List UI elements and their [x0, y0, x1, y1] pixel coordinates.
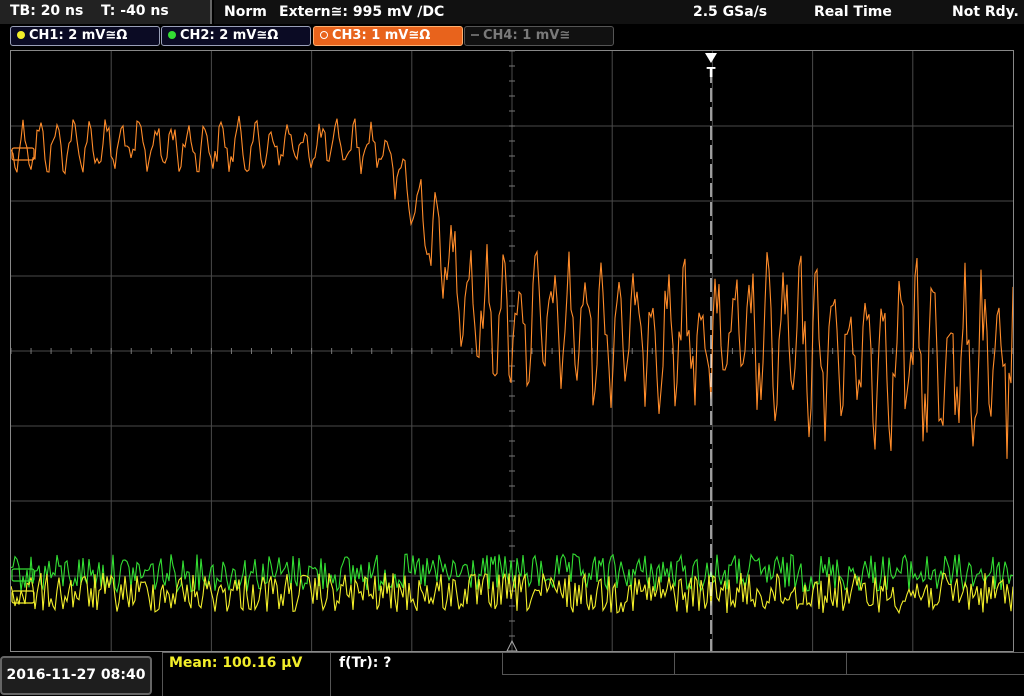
channel-ch3-button[interactable]: CH3: 1 mV≅Ω: [313, 26, 463, 46]
ch4-label: CH4: 1 mV≅: [483, 28, 571, 43]
top-bar: TB: 20 ns T: -40 ns Norm Extern≅: 995 mV…: [0, 0, 1024, 24]
status-bar: Norm Extern≅: 995 mV ∕DC 2.5 GSa/s Real …: [214, 0, 1024, 24]
ch3-level-marker-icon: [11, 147, 35, 161]
channel-ch4-button[interactable]: CH4: 1 mV≅: [464, 26, 614, 46]
measurement-bar: Mean: 100.16 µV f(Tr): ?: [162, 652, 1024, 696]
channel-ch2-button[interactable]: CH2: 2 mV≅Ω: [161, 26, 311, 46]
acquisition-status-label: Not Rdy.: [952, 4, 1019, 20]
measurement-ftr: f(Tr): ?: [339, 655, 392, 671]
timebase-box[interactable]: TB: 20 ns T: -40 ns: [0, 0, 212, 24]
trigger-source-label[interactable]: Extern≅: 995 mV ∕DC: [279, 4, 444, 20]
measurement-empty-cell-2[interactable]: [674, 653, 846, 675]
measurement-mean: Mean: 100.16 µV: [169, 655, 303, 671]
measurement-mean-cell[interactable]: Mean: 100.16 µV: [162, 653, 330, 696]
measurement-empty-cell-3[interactable]: [846, 653, 1024, 675]
trigger-position-icon: [705, 53, 717, 63]
trigger-mode-label[interactable]: Norm: [224, 4, 267, 20]
ch2-label: CH2: 2 mV≅Ω: [180, 28, 279, 43]
markers: T: [11, 53, 717, 651]
trigger-time-label: T: -40 ns: [101, 3, 169, 19]
datetime-display: 2016-11-27 08:40: [0, 656, 152, 695]
trigger-position-label: T: [707, 66, 716, 81]
ch1-indicator-icon: [17, 31, 25, 39]
sample-rate-label: 2.5 GSa/s: [693, 4, 768, 20]
measurement-empty-cell-1[interactable]: [502, 653, 674, 675]
waveform-canvas: T: [11, 51, 1013, 651]
waveform-display[interactable]: T: [10, 50, 1014, 652]
ch4-indicator-icon: [471, 34, 479, 36]
channel-ch1-button[interactable]: CH1: 2 mV≅Ω: [10, 26, 160, 46]
timebase-label: TB: 20 ns: [10, 3, 84, 19]
ch2-indicator-icon: [168, 31, 176, 39]
acquisition-mode-label[interactable]: Real Time: [814, 4, 892, 20]
channel-bar: CH1: 2 mV≅Ω CH2: 2 mV≅Ω CH3: 1 mV≅Ω CH4:…: [0, 26, 1024, 48]
measurement-ftr-cell[interactable]: f(Tr): ?: [330, 653, 502, 696]
ch1-label: CH1: 2 mV≅Ω: [29, 28, 128, 43]
ch3-label: CH3: 1 mV≅Ω: [332, 28, 431, 43]
ch3-indicator-icon: [320, 31, 328, 39]
